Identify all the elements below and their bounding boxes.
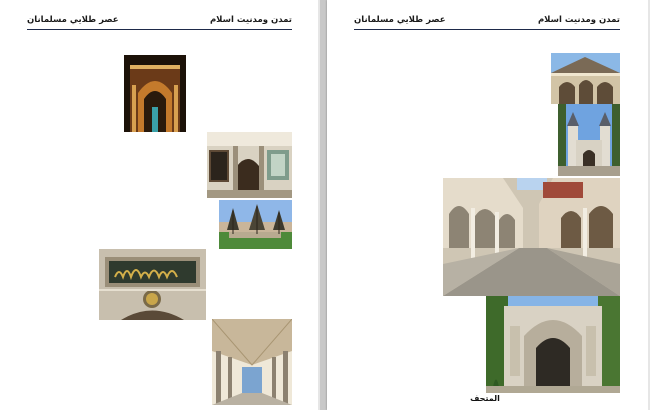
document-page-left: تمدن ومدنيت اسلام عصر طلايي مسلمانان: [0, 0, 320, 410]
page-header: تمدن ومدنيت اسلام عصر طلايي مسلمانان: [354, 15, 620, 30]
pavilion-facade-photo: [551, 53, 620, 104]
gate-night-photo: [124, 55, 186, 132]
garden-trees-photo: [219, 200, 292, 249]
page-header: تمدن ومدنيت اسلام عصر طلايي مسلمانان: [27, 15, 292, 30]
header-title-right: تمدن ومدنيت اسلام: [209, 15, 292, 25]
header-title-right: تمدن ومدنيت اسلام: [537, 15, 620, 25]
ornate-portal-photo: [486, 296, 620, 393]
image-caption: المتحف: [470, 394, 500, 403]
header-title-left: عصر طلايي مسلمانان: [354, 15, 446, 25]
calligraphy-gate-photo: [99, 249, 206, 320]
courtyard-entrance-photo: [207, 132, 292, 198]
header-title-left: عصر طلايي مسلمانان: [27, 15, 119, 25]
colonnade-walkway-photo: [212, 319, 292, 405]
page-gap: [320, 0, 327, 410]
document-page-right: تمدن ومدنيت اسلام عصر طلايي مسلمانان الم…: [327, 0, 650, 410]
twin-tower-gate-photo: [558, 104, 620, 176]
arcade-courtyard-photo: [443, 178, 620, 296]
